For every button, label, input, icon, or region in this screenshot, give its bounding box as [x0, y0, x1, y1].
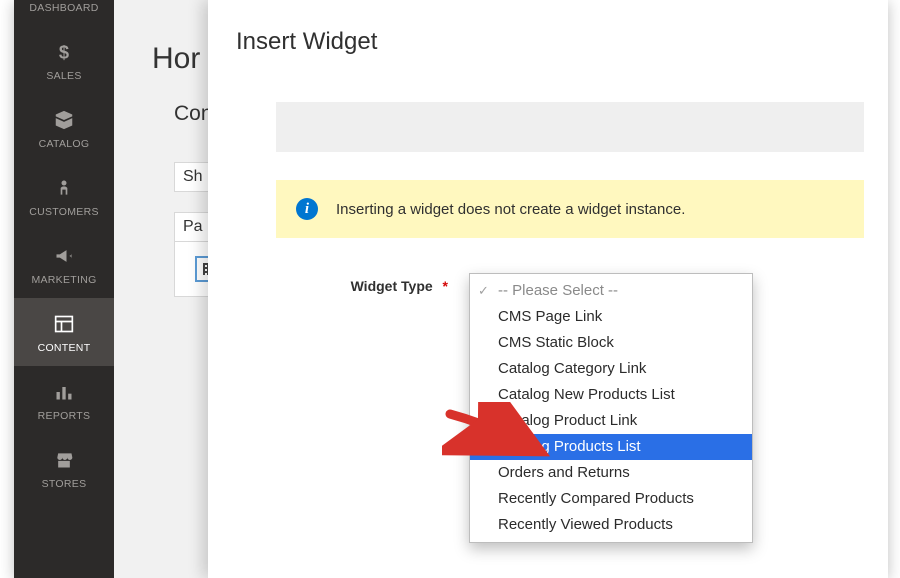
modal-toolbar	[276, 102, 864, 152]
sidebar-item-label: CATALOG	[39, 138, 90, 150]
svg-text:$: $	[59, 41, 69, 62]
modal-title: Insert Widget	[236, 28, 860, 56]
dropdown-option[interactable]: Catalog Product Link	[470, 408, 752, 434]
sidebar-item-reports[interactable]: REPORTS	[14, 366, 114, 434]
storefront-icon	[50, 448, 78, 472]
person-icon	[50, 176, 78, 200]
dropdown-option[interactable]: Recently Viewed Products	[470, 512, 752, 538]
sidebar-item-label: CUSTOMERS	[29, 206, 99, 218]
sidebar-item-content[interactable]: CONTENT	[14, 298, 114, 366]
required-asterisk: *	[443, 278, 448, 294]
widget-type-label: Widget Type *	[322, 274, 448, 294]
sidebar-item-catalog[interactable]: CATALOG	[14, 94, 114, 162]
admin-sidebar: DASHBOARD $ SALES CATALOG CUSTOMERS MARK…	[14, 0, 114, 578]
dollar-icon: $	[50, 40, 78, 64]
info-notice: i Inserting a widget does not create a w…	[276, 180, 864, 238]
notice-text: Inserting a widget does not create a wid…	[336, 201, 685, 218]
dropdown-option[interactable]: Catalog Category Link	[470, 356, 752, 382]
sidebar-item-dashboard[interactable]: DASHBOARD	[14, 0, 114, 26]
sidebar-item-stores[interactable]: STORES	[14, 434, 114, 502]
sidebar-item-label: MARKETING	[31, 274, 96, 286]
info-icon: i	[296, 198, 318, 220]
dropdown-option[interactable]: Orders and Returns	[470, 460, 752, 486]
insert-widget-modal: Insert Widget i Inserting a widget does …	[208, 0, 888, 578]
sidebar-item-label: STORES	[42, 478, 87, 490]
dropdown-option[interactable]: CMS Page Link	[470, 304, 752, 330]
sidebar-item-label: SALES	[46, 70, 81, 82]
dropdown-option[interactable]: Catalog New Products List	[470, 382, 752, 408]
sidebar-item-marketing[interactable]: MARKETING	[14, 230, 114, 298]
dropdown-option-selected[interactable]: Catalog Products List	[470, 434, 752, 460]
sidebar-item-label: CONTENT	[38, 342, 91, 354]
widget-type-dropdown[interactable]: -- Please Select -- CMS Page Link CMS St…	[469, 273, 753, 543]
dropdown-option[interactable]: CMS Static Block	[470, 330, 752, 356]
sidebar-item-label: DASHBOARD	[29, 2, 98, 14]
dropdown-option-placeholder[interactable]: -- Please Select --	[470, 278, 752, 304]
widget-type-row: Widget Type * -- Please Select -- CMS Pa…	[322, 274, 860, 302]
layout-icon	[50, 312, 78, 336]
box-icon	[50, 108, 78, 132]
bars-icon	[50, 380, 78, 404]
sidebar-item-sales[interactable]: $ SALES	[14, 26, 114, 94]
megaphone-icon	[50, 244, 78, 268]
sidebar-item-label: REPORTS	[38, 410, 91, 422]
sidebar-item-customers[interactable]: CUSTOMERS	[14, 162, 114, 230]
dropdown-option[interactable]: Recently Compared Products	[470, 486, 752, 512]
